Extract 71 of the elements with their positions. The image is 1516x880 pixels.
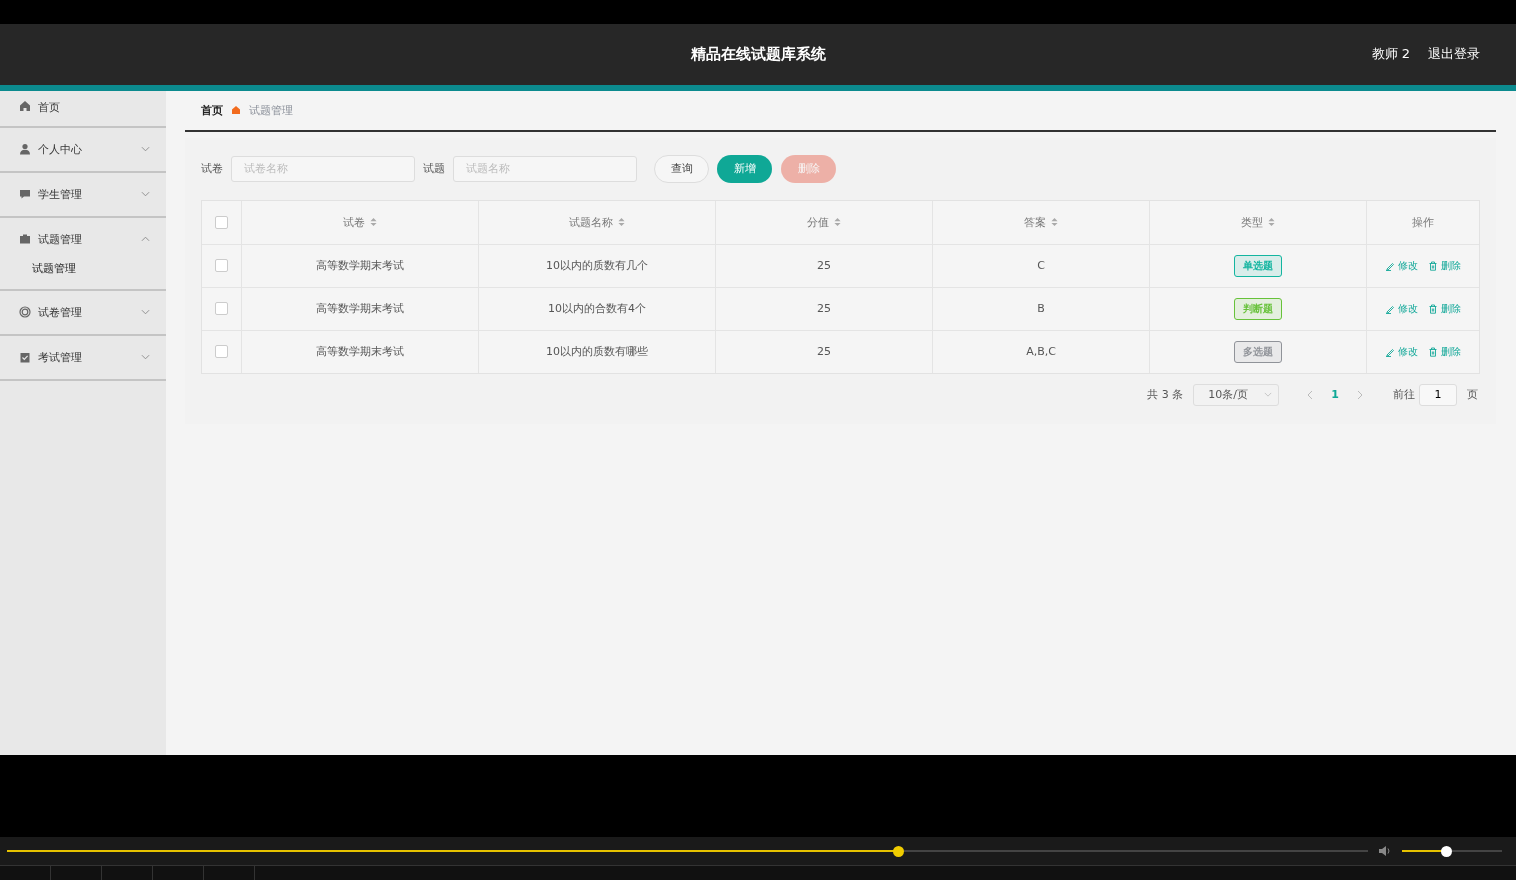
volume-icon[interactable]	[1378, 845, 1392, 858]
search-button[interactable]: 查询	[654, 154, 709, 183]
table-cell: 10以内的质数有几个	[479, 244, 716, 287]
table-cell: 10以内的质数有哪些	[479, 330, 716, 373]
trash-icon	[1428, 346, 1438, 357]
pencil-icon	[1385, 260, 1395, 271]
type-tag: 单选题	[1234, 254, 1282, 277]
page-suffix: 页	[1467, 387, 1478, 403]
table-cell: 高等数学期末考试	[242, 330, 479, 373]
volume-handle[interactable]	[1441, 845, 1452, 857]
app-title: 精品在线试题库系统	[690, 44, 826, 64]
delete-link[interactable]: 删除	[1428, 301, 1461, 316]
table-cell: 高等数学期末考试	[242, 244, 479, 287]
checkbox[interactable]	[215, 215, 228, 229]
sidebar-item[interactable]: 考试管理	[0, 335, 166, 379]
add-button[interactable]: 新增	[717, 154, 772, 183]
table-cell: A,B,C	[933, 330, 1150, 373]
page-number[interactable]: 1	[1331, 388, 1339, 402]
sidebar-item[interactable]: 学生管理	[0, 172, 166, 216]
delete-link[interactable]: 删除	[1428, 344, 1461, 359]
goto-label: 前往	[1393, 387, 1415, 403]
logout-link[interactable]: 退出登录	[1428, 45, 1480, 64]
trash-icon	[1428, 260, 1438, 271]
column-header[interactable]: 答案	[933, 200, 1150, 244]
page-size-select[interactable]: 10条/页	[1193, 383, 1280, 406]
checkbox[interactable]	[215, 302, 228, 316]
breadcrumb-item[interactable]: 首页	[201, 102, 223, 118]
checkbox[interactable]	[215, 259, 228, 273]
user-icon	[19, 143, 31, 156]
table-cell: 10以内的合数有4个	[479, 287, 716, 330]
home-icon	[19, 99, 31, 112]
table-cell: C	[933, 244, 1150, 287]
table-cell: B	[933, 287, 1150, 330]
sidebar-item[interactable]: 试题管理	[0, 217, 166, 261]
table-cell: 高等数学期末考试	[242, 287, 479, 330]
column-header[interactable]: 类型	[1150, 200, 1367, 244]
goto-page-field[interactable]: 1	[1419, 383, 1457, 406]
edit-link[interactable]: 修改	[1385, 344, 1418, 359]
sidebar-item[interactable]: 个人中心	[0, 127, 166, 171]
ring-icon	[19, 306, 31, 319]
field-label: 试题	[423, 161, 445, 177]
total-count: 共 3 条	[1147, 387, 1184, 403]
breadcrumb-item[interactable]: 试题管理	[249, 102, 293, 118]
sidebar-subitem[interactable]: 试题管理	[0, 260, 166, 289]
field-label: 试卷	[201, 161, 223, 177]
home-icon	[231, 105, 241, 116]
pencil-icon	[1385, 303, 1395, 314]
previous-page-icon[interactable]	[1307, 389, 1314, 400]
column-header[interactable]: 试卷	[242, 200, 479, 244]
table-cell: 25	[716, 244, 933, 287]
table-cell: 25	[716, 287, 933, 330]
trash-icon	[1428, 303, 1438, 314]
progress-handle[interactable]	[893, 845, 905, 857]
delete-link[interactable]: 删除	[1428, 258, 1461, 273]
next-page-icon[interactable]	[1357, 389, 1363, 400]
chat-icon	[19, 188, 31, 201]
table-cell: 25	[716, 330, 933, 373]
checkbox[interactable]	[215, 345, 228, 359]
column-header[interactable]: 操作	[1367, 200, 1479, 244]
pencil-icon	[1385, 346, 1395, 357]
type-tag: 多选题	[1234, 340, 1282, 363]
type-tag: 判断题	[1234, 297, 1282, 320]
briefcase-icon	[19, 233, 31, 246]
column-header[interactable]: 分值	[716, 200, 933, 244]
edit-link[interactable]: 修改	[1385, 258, 1418, 273]
user-name: 教师 2	[1371, 45, 1410, 64]
sidebar-item[interactable]: 试卷管理	[0, 290, 166, 334]
column-header[interactable]: 试题名称	[479, 200, 716, 244]
chevron-down-icon	[1264, 392, 1273, 398]
edit-link[interactable]: 修改	[1385, 301, 1418, 316]
clipboard-icon	[19, 351, 31, 364]
